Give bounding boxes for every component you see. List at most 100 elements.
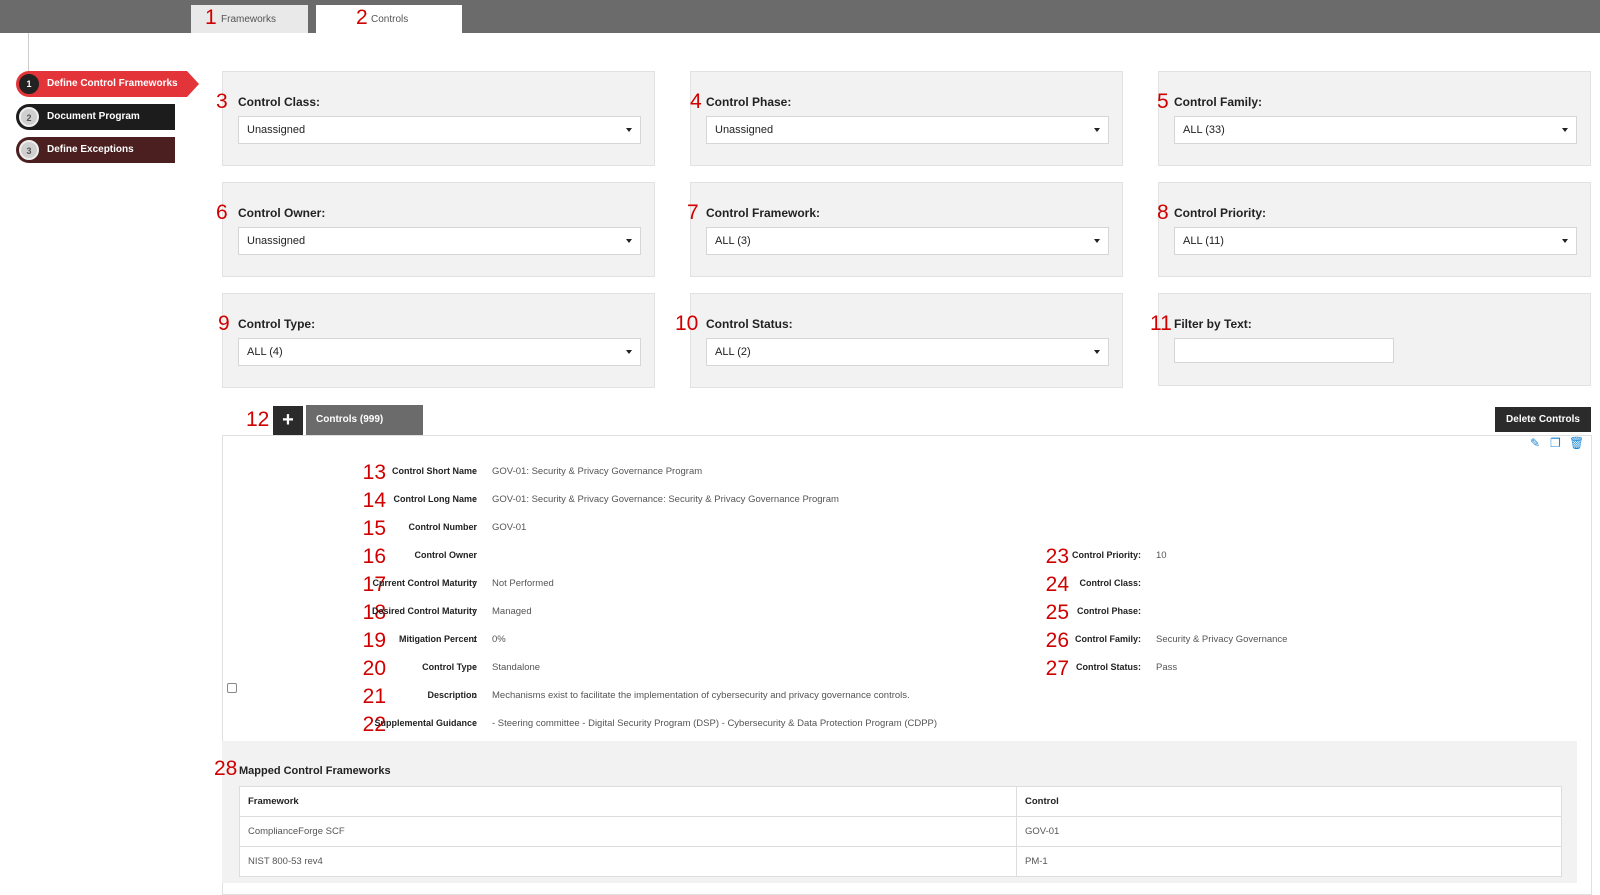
- key-colon: :: [1138, 634, 1141, 644]
- key-colon: :: [473, 466, 476, 476]
- annotation-number: 5: [1157, 90, 1169, 113]
- annotation-number: 27: [1045, 657, 1069, 680]
- detail-key: Control Long Name: [393, 494, 478, 504]
- mapped-frameworks-table: Framework Control ComplianceForge SCF GO…: [239, 786, 1562, 877]
- control-owner-select[interactable]: Unassigned: [238, 227, 641, 255]
- filter-text-input[interactable]: [1174, 338, 1394, 363]
- detail-row: 26 Control Family: Security & Privacy Gove…: [0, 629, 1600, 652]
- caret-down-icon: [626, 239, 632, 243]
- annotation-number: 15: [362, 517, 386, 540]
- delete-controls-button[interactable]: Delete Controls: [1495, 407, 1591, 432]
- annotation-number: 2: [356, 6, 368, 29]
- filter-label: Control Family:: [1174, 95, 1263, 109]
- table-cell: PM-1: [1016, 846, 1562, 877]
- key-colon: :: [1138, 662, 1141, 672]
- control-status-select[interactable]: ALL (2): [706, 338, 1109, 366]
- control-class-select[interactable]: Unassigned: [238, 116, 641, 144]
- control-phase-select[interactable]: Unassigned: [706, 116, 1109, 144]
- key-colon: :: [473, 494, 476, 504]
- control-family-select[interactable]: ALL (33): [1174, 116, 1577, 144]
- select-value: ALL (33): [1183, 124, 1225, 136]
- step-define-control-frameworks[interactable]: 1 Define Control Frameworks: [16, 71, 199, 97]
- filter-by-text: 11 Filter by Text:: [1150, 293, 1591, 386]
- step-define-exceptions[interactable]: 3 Define Exceptions: [16, 137, 175, 163]
- tab-controls-list[interactable]: Controls (999): [306, 405, 423, 435]
- select-value: ALL (2): [715, 346, 751, 358]
- caret-down-icon: [1562, 128, 1568, 132]
- detail-row: 21 Description: Mechanisms exist to facili…: [0, 685, 1600, 708]
- key-colon: :: [1138, 606, 1141, 616]
- filter-control-type: 9 Control Type: ALL (4): [218, 293, 655, 388]
- trash-icon[interactable]: 🗑: [1569, 437, 1584, 449]
- detail-row: 22 Supplemental Guidance: - Steering commi…: [0, 714, 1600, 735]
- annotation-number: 10: [675, 312, 699, 335]
- annotation-number: 3: [216, 90, 228, 113]
- select-value: Unassigned: [247, 235, 306, 247]
- add-control-button[interactable]: +: [273, 406, 303, 435]
- annotation-number: 24: [1045, 573, 1069, 596]
- tab-frameworks[interactable]: 1 Frameworks: [191, 5, 308, 33]
- caret-down-icon: [1094, 350, 1100, 354]
- annotation-number: 23: [1045, 545, 1069, 568]
- detail-row: 15 Control Number: GOV-01: [0, 517, 1600, 540]
- table-cell: NIST 800-53 rev4: [239, 846, 1017, 877]
- annotation-number: 25: [1045, 601, 1069, 624]
- detail-key: Control Number: [408, 522, 478, 532]
- detail-key: Control Priority: [1071, 550, 1138, 560]
- detail-value: GOV-01: Security & Privacy Governance Pr…: [492, 466, 703, 477]
- detail-value: Pass: [1156, 662, 1178, 673]
- annotation-number: 12: [246, 408, 270, 431]
- caret-down-icon: [626, 128, 632, 132]
- tab-controls[interactable]: 2 Controls: [316, 5, 462, 33]
- detail-row: 13 Control Short Name: GOV-01: Security & …: [0, 462, 1600, 483]
- filter-control-priority: 8 Control Priority: ALL (11): [1157, 182, 1591, 277]
- edit-icon[interactable]: ✎: [1530, 437, 1542, 449]
- annotation-number: 8: [1157, 201, 1169, 224]
- annotation-number: 1: [205, 6, 217, 29]
- table-row[interactable]: NIST 800-53 rev4 PM-1: [239, 846, 1562, 877]
- step-number: 3: [19, 140, 39, 160]
- step-label: Define Exceptions: [47, 144, 134, 155]
- caret-down-icon: [626, 350, 632, 354]
- detail-value: Mechanisms exist to facilitate the imple…: [492, 690, 910, 701]
- select-value: ALL (4): [247, 346, 283, 358]
- table-cell: GOV-01: [1016, 816, 1562, 847]
- step-document-program[interactable]: 2 Document Program: [16, 104, 175, 130]
- select-value: Unassigned: [247, 124, 306, 136]
- filter-control-status: 10 Control Status: ALL (2): [675, 293, 1123, 388]
- detail-row: 27 Control Status: Pass: [0, 657, 1600, 680]
- column-header: Control: [1016, 786, 1562, 817]
- detail-key: Supplemental Guidance: [374, 718, 477, 728]
- table-cell: ComplianceForge SCF: [239, 816, 1017, 847]
- caret-down-icon: [1094, 239, 1100, 243]
- detail-key: Control Status: [1076, 662, 1138, 672]
- detail-key: Control Phase: [1076, 606, 1138, 616]
- filter-control-phase: 4 Control Phase: Unassigned: [690, 71, 1123, 166]
- select-value: ALL (11): [1183, 235, 1224, 247]
- annotation-number: 26: [1045, 629, 1069, 652]
- filter-label: Control Phase:: [706, 95, 792, 109]
- detail-value: GOV-01: [492, 522, 527, 533]
- annotation-number: 21: [362, 685, 386, 708]
- annotation-number: 9: [218, 312, 230, 335]
- control-priority-select[interactable]: ALL (11): [1174, 227, 1577, 255]
- detail-key: Control Family: [1074, 634, 1138, 644]
- filter-control-family: 5 Control Family: ALL (33): [1157, 71, 1591, 166]
- table-row[interactable]: ComplianceForge SCF GOV-01: [239, 816, 1562, 847]
- filter-label: Control Type:: [238, 317, 316, 331]
- detail-key: Description: [427, 690, 477, 700]
- filter-label: Control Class:: [238, 95, 321, 109]
- detail-value: 10: [1156, 550, 1167, 561]
- step-label: Document Program: [47, 111, 140, 122]
- key-colon: :: [1138, 578, 1141, 588]
- step-connector: [28, 33, 29, 71]
- key-colon: :: [473, 718, 476, 728]
- filter-control-framework: 7 Control Framework: ALL (3): [687, 182, 1123, 277]
- filter-control-class: 3 Control Class: Unassigned: [216, 71, 655, 166]
- caret-down-icon: [1562, 239, 1568, 243]
- control-framework-select[interactable]: ALL (3): [706, 227, 1109, 255]
- control-type-select[interactable]: ALL (4): [238, 338, 641, 366]
- annotation-number: 28: [214, 757, 238, 780]
- annotation-number: 14: [362, 489, 386, 512]
- copy-icon[interactable]: ❐: [1550, 437, 1562, 449]
